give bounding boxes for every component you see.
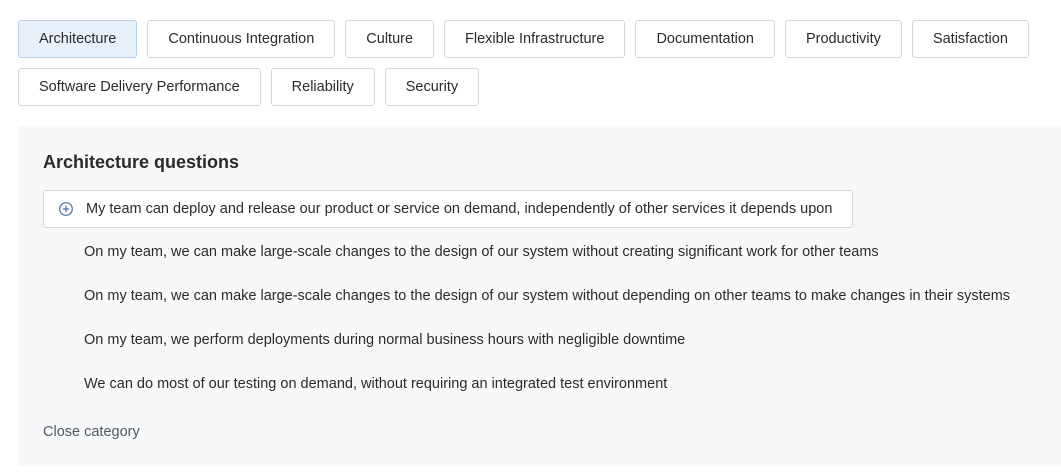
question-item[interactable]: On my team, we perform deployments durin… [84, 332, 685, 348]
category-chip-reliability[interactable]: Reliability [270, 68, 375, 106]
category-chip-flexible-infrastructure[interactable]: Flexible Infrastructure [444, 20, 626, 58]
close-category-link[interactable]: Close category [43, 424, 140, 440]
category-chip-satisfaction[interactable]: Satisfaction [911, 20, 1029, 58]
category-chip-software-delivery-performance[interactable]: Software Delivery Performance [18, 68, 261, 106]
category-chip-continuous-integration[interactable]: Continuous Integration [147, 20, 336, 58]
plus-circle-icon [58, 201, 74, 217]
category-chip-documentation[interactable]: Documentation [635, 20, 775, 58]
panel-title: Architecture questions [43, 152, 240, 172]
question-item[interactable]: We can do most of our testing on demand,… [84, 376, 667, 392]
question-item[interactable]: On my team, we can make large-scale chan… [84, 288, 1010, 304]
category-chip-productivity[interactable]: Productivity [784, 20, 902, 58]
category-chip-security[interactable]: Security [384, 68, 480, 106]
category-chip-bar: Architecture Continuous Integration Cult… [18, 20, 1058, 106]
category-questions-panel: Architecture questions My team can deplo… [18, 126, 1061, 466]
category-chip-architecture[interactable]: Architecture [18, 20, 138, 58]
selected-question-text: My team can deploy and release our produ… [86, 201, 833, 217]
selected-question-item[interactable]: My team can deploy and release our produ… [43, 190, 854, 228]
question-item[interactable]: On my team, we can make large-scale chan… [84, 244, 879, 260]
category-chip-culture[interactable]: Culture [345, 20, 435, 58]
